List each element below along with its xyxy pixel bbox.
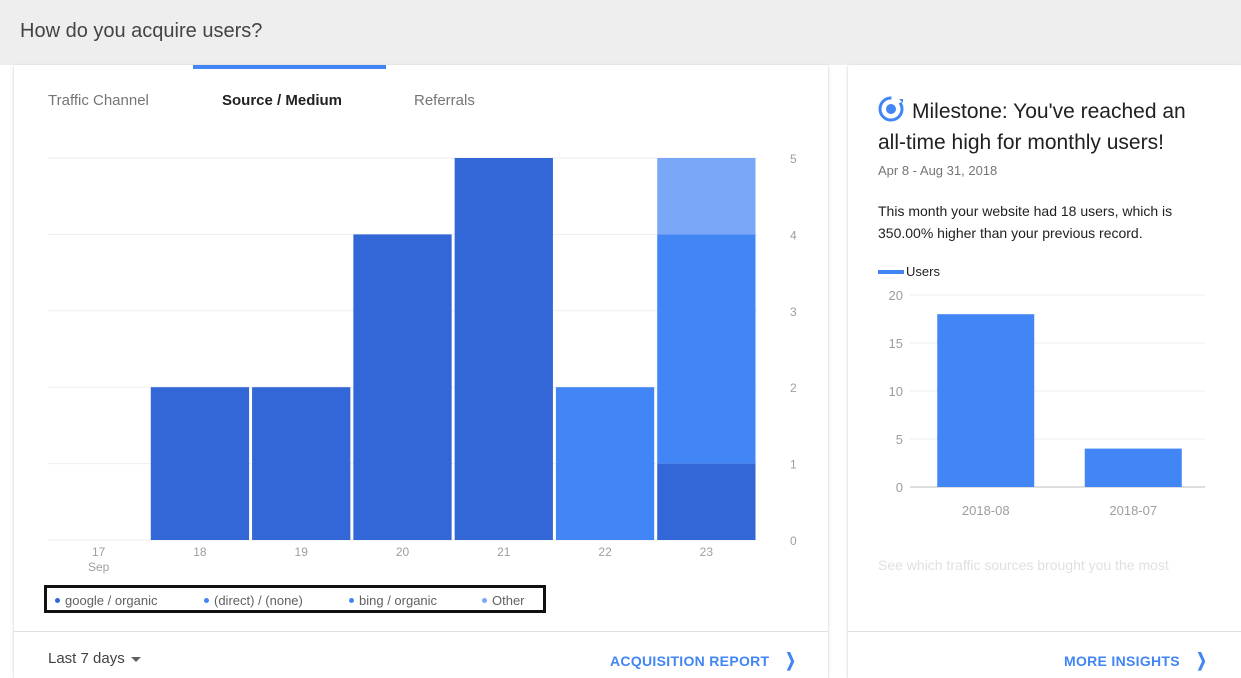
milestone-description: This month your website had 18 users, wh…: [878, 203, 1173, 241]
date-range-selector[interactable]: Last 7 days: [48, 650, 141, 667]
section-title: How do you acquire users?: [20, 20, 263, 42]
legend-label-bing-organic: bing / organic: [359, 593, 438, 608]
legend-dot-direct-none: [204, 598, 209, 604]
milestone-date-range: Apr 8 - Aug 31, 2018: [878, 163, 998, 178]
tab-referrals[interactable]: Referrals: [414, 92, 475, 109]
footer-divider: [14, 631, 828, 632]
legend-dot-other: [482, 598, 487, 604]
acquisition-report-label: ACQUISITION REPORT: [610, 653, 770, 669]
legend-dot-google-organic: [55, 598, 60, 604]
tab-traffic-channel[interactable]: Traffic Channel: [48, 92, 149, 109]
milestone-title: Milestone: You've reached an all-time hi…: [878, 100, 1186, 154]
acquisition-report-link[interactable]: ACQUISITION REPORT ❯: [610, 650, 799, 671]
legend-item[interactable]: google / organic: [55, 593, 158, 608]
legend-label-other: Other: [492, 593, 525, 608]
chart-legend: google / organic (direct) / (none) bing …: [44, 585, 546, 613]
caret-down-icon: [130, 656, 141, 662]
more-insights-label: MORE INSIGHTS: [1064, 653, 1180, 669]
legend-item[interactable]: bing / organic: [349, 593, 437, 608]
footer-divider: [848, 631, 1241, 632]
chevron-right-icon: ❯: [1196, 650, 1208, 670]
date-range-label: Last 7 days: [48, 650, 125, 667]
tab-source-medium[interactable]: Source / Medium: [222, 92, 342, 109]
legend-label-google-organic: google / organic: [65, 593, 158, 608]
legend-item[interactable]: Other: [482, 593, 525, 608]
chevron-right-icon: ❯: [785, 650, 797, 670]
legend-dot-bing-organic: [349, 598, 354, 604]
active-tab-indicator: [193, 65, 386, 69]
more-insights-link[interactable]: MORE INSIGHTS ❯: [1064, 650, 1209, 671]
legend-item[interactable]: (direct) / (none): [204, 593, 303, 608]
legend-label-direct-none: (direct) / (none): [214, 593, 303, 608]
traffic-sources-teaser: See which traffic sources brought you th…: [878, 557, 1169, 573]
